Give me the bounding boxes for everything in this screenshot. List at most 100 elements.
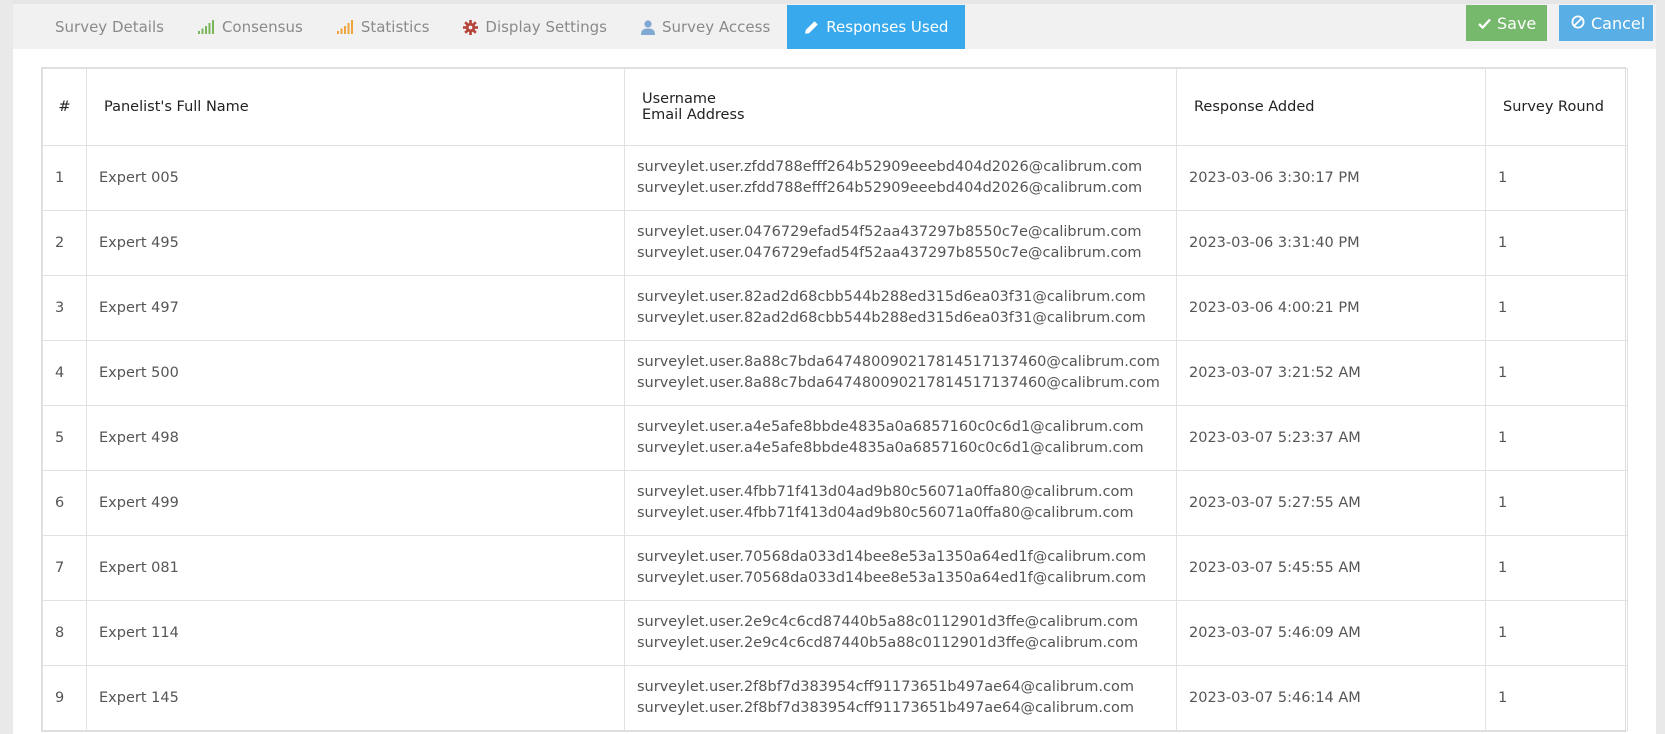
- username: surveylet.user.4fbb71f413d04ad9b80c56071…: [637, 484, 1134, 500]
- gear-icon: [463, 19, 479, 35]
- action-buttons: Save Cancel: [1466, 5, 1653, 41]
- tab-statistics[interactable]: Statistics: [320, 5, 447, 49]
- pencil-icon: [804, 20, 819, 35]
- username: surveylet.user.8a88c7bda6474800902178145…: [637, 354, 1160, 370]
- username: surveylet.user.82ad2d68cbb544b288ed315d6…: [637, 289, 1146, 305]
- save-label: Save: [1497, 13, 1537, 33]
- survey-round: 1: [1485, 145, 1628, 211]
- username-email-cell: surveylet.user.4fbb71f413d04ad9b80c56071…: [624, 470, 1177, 536]
- email-address: surveylet.user.82ad2d68cbb544b288ed315d6…: [637, 310, 1146, 326]
- tab-survey-details[interactable]: Survey Details: [38, 5, 181, 49]
- table-row: 6 Expert 499 surveylet.user.4fbb71f413d04a…: [42, 470, 1628, 536]
- username-email-cell: surveylet.user.a4e5afe8bbde4835a0a685716…: [624, 405, 1177, 471]
- survey-round: 1: [1485, 600, 1628, 666]
- survey-round: 1: [1485, 340, 1628, 406]
- survey-round: 1: [1485, 535, 1628, 601]
- row-number: 7: [42, 535, 87, 601]
- panelist-name: Expert 005: [86, 145, 625, 211]
- response-added: 2023-03-06 3:30:17 PM: [1176, 145, 1486, 211]
- table-header-row: # Panelist's Full Name Username Email Ad…: [42, 68, 1628, 146]
- response-added: 2023-03-07 3:21:52 AM: [1176, 340, 1486, 406]
- cancel-label: Cancel: [1591, 13, 1646, 33]
- username-email-cell: surveylet.user.2e9c4c6cd87440b5a88c01129…: [624, 600, 1177, 666]
- username: surveylet.user.2e9c4c6cd87440b5a88c01129…: [637, 614, 1139, 630]
- username-email-cell: surveylet.user.82ad2d68cbb544b288ed315d6…: [624, 275, 1177, 341]
- row-number: 2: [42, 210, 87, 276]
- tab-survey-access[interactable]: Survey Access: [624, 5, 787, 49]
- table-row: 4 Expert 500 surveylet.user.8a88c7bda64748…: [42, 340, 1628, 406]
- email-address: surveylet.user.4fbb71f413d04ad9b80c56071…: [637, 505, 1134, 521]
- survey-round: 1: [1485, 470, 1628, 536]
- response-added: 2023-03-07 5:46:09 AM: [1176, 600, 1486, 666]
- survey-round: 1: [1485, 405, 1628, 471]
- username-email-cell: surveylet.user.zfdd788efff264b52909eeebd…: [624, 145, 1177, 211]
- panelist-name: Expert 499: [86, 470, 625, 536]
- response-added: 2023-03-06 3:31:40 PM: [1176, 210, 1486, 276]
- column-header-survey-round[interactable]: Survey Round: [1485, 68, 1628, 146]
- tab-display-settings[interactable]: Display Settings: [446, 5, 624, 49]
- table-row: 7 Expert 081 surveylet.user.70568da033d14b…: [42, 535, 1628, 601]
- row-number: 6: [42, 470, 87, 536]
- panelist-name: Expert 497: [86, 275, 625, 341]
- responses-table: # Panelist's Full Name Username Email Ad…: [42, 68, 1628, 731]
- tab-label: Survey Details: [55, 18, 164, 36]
- email-address: surveylet.user.a4e5afe8bbde4835a0a685716…: [637, 440, 1144, 456]
- user-icon: [640, 19, 655, 35]
- table-row: 3 Expert 497 surveylet.user.82ad2d68cbb544…: [42, 275, 1628, 341]
- row-number: 9: [42, 665, 87, 731]
- email-address: surveylet.user.2e9c4c6cd87440b5a88c01129…: [637, 635, 1139, 651]
- email-address: surveylet.user.2f8bf7d383954cff91173651b…: [637, 700, 1134, 716]
- table-row: 1 Expert 005 surveylet.user.zfdd788efff264…: [42, 145, 1628, 211]
- response-added: 2023-03-07 5:27:55 AM: [1176, 470, 1486, 536]
- tab-responses-used[interactable]: Responses Used: [787, 5, 966, 49]
- panelist-name: Expert 114: [86, 600, 625, 666]
- column-header-username: Username: [642, 91, 716, 107]
- response-added: 2023-03-07 5:46:14 AM: [1176, 665, 1486, 731]
- panelist-name: Expert 500: [86, 340, 625, 406]
- email-address: surveylet.user.zfdd788efff264b52909eeebd…: [637, 180, 1143, 196]
- table-row: 2 Expert 495 surveylet.user.0476729efad54f…: [42, 210, 1628, 276]
- save-button[interactable]: Save: [1466, 5, 1547, 41]
- column-header-email: Email Address: [642, 107, 745, 123]
- column-header-response-added[interactable]: Response Added: [1176, 68, 1486, 146]
- column-header-number[interactable]: #: [42, 68, 87, 146]
- survey-round: 1: [1485, 665, 1628, 731]
- signal-bars-orange-icon: [336, 20, 354, 34]
- tab-label: Survey Access: [661, 18, 771, 36]
- response-added: 2023-03-07 5:45:55 AM: [1176, 535, 1486, 601]
- tab-label: Responses Used: [826, 18, 949, 36]
- email-address: surveylet.user.8a88c7bda6474800902178145…: [637, 375, 1160, 391]
- email-address: surveylet.user.0476729efad54f52aa437297b…: [637, 245, 1142, 261]
- signal-bars-green-icon: [197, 20, 215, 34]
- ban-icon: [1571, 14, 1585, 33]
- survey-round: 1: [1485, 275, 1628, 341]
- username-email-cell: surveylet.user.2f8bf7d383954cff91173651b…: [624, 665, 1177, 731]
- responses-table-container: # Panelist's Full Name Username Email Ad…: [41, 67, 1628, 732]
- username-email-cell: surveylet.user.0476729efad54f52aa437297b…: [624, 210, 1177, 276]
- row-number: 4: [42, 340, 87, 406]
- column-header-full-name[interactable]: Panelist's Full Name: [86, 68, 625, 146]
- check-icon: [1478, 14, 1491, 33]
- row-number: 3: [42, 275, 87, 341]
- panelist-name: Expert 145: [86, 665, 625, 731]
- table-row: 9 Expert 145 surveylet.user.2f8bf7d383954c…: [42, 665, 1628, 731]
- panelist-name: Expert 495: [86, 210, 625, 276]
- username-email-cell: surveylet.user.8a88c7bda6474800902178145…: [624, 340, 1177, 406]
- panelist-name: Expert 498: [86, 405, 625, 471]
- username-email-cell: surveylet.user.70568da033d14bee8e53a1350…: [624, 535, 1177, 601]
- response-added: 2023-03-07 5:23:37 AM: [1176, 405, 1486, 471]
- row-number: 8: [42, 600, 87, 666]
- username: surveylet.user.70568da033d14bee8e53a1350…: [637, 549, 1147, 565]
- username: surveylet.user.0476729efad54f52aa437297b…: [637, 224, 1142, 240]
- tab-consensus[interactable]: Consensus: [181, 5, 320, 49]
- username: surveylet.user.2f8bf7d383954cff91173651b…: [637, 679, 1134, 695]
- survey-round: 1: [1485, 210, 1628, 276]
- response-added: 2023-03-06 4:00:21 PM: [1176, 275, 1486, 341]
- tab-label: Statistics: [360, 18, 430, 36]
- table-row: 5 Expert 498 surveylet.user.a4e5afe8bbde48…: [42, 405, 1628, 471]
- column-header-username-email[interactable]: Username Email Address: [624, 68, 1177, 146]
- cancel-button[interactable]: Cancel: [1559, 5, 1653, 41]
- table-row: 8 Expert 114 surveylet.user.2e9c4c6cd87440…: [42, 600, 1628, 666]
- tab-label: Display Settings: [485, 18, 607, 36]
- tab-list: Survey Details Consensus Statistics Disp…: [38, 5, 966, 49]
